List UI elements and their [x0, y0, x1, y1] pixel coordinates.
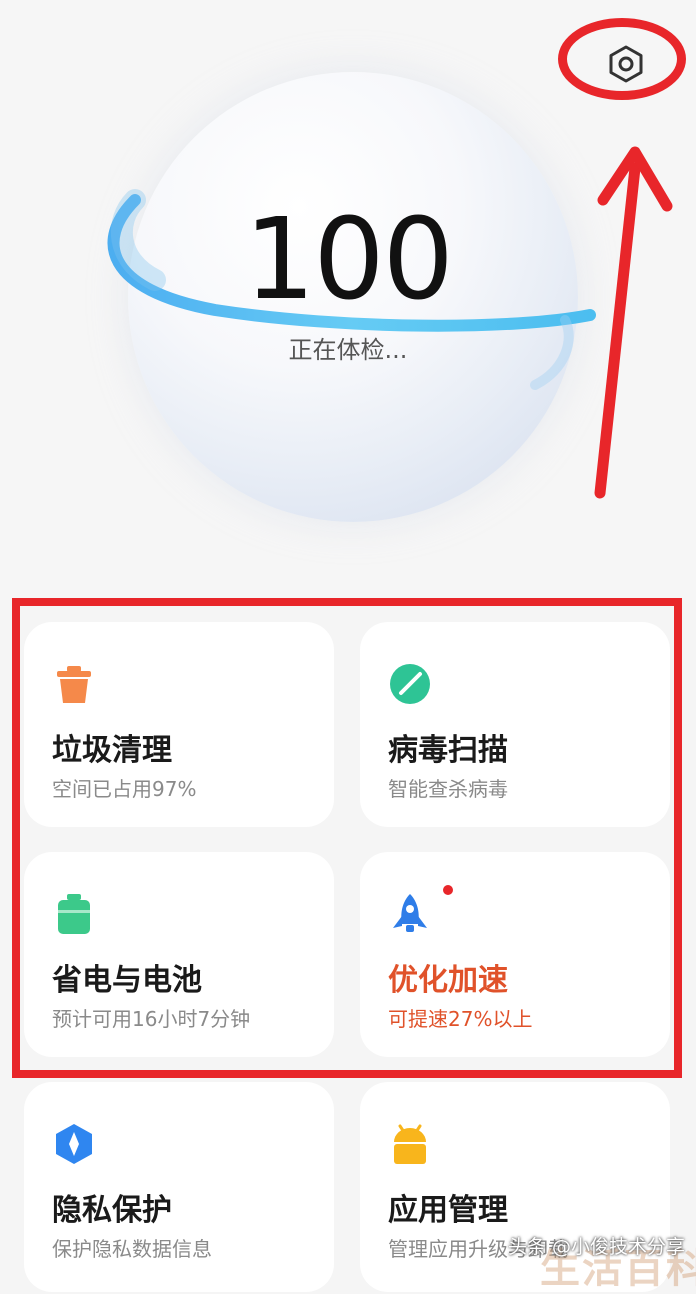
card-virus-scan[interactable]: 病毒扫描 智能查杀病毒: [360, 622, 670, 827]
card-subtitle: 预计可用16小时7分钟: [52, 1007, 251, 1031]
card-subtitle: 智能查杀病毒: [388, 777, 508, 801]
virus-scan-icon: [390, 664, 430, 704]
card-optimize-speed[interactable]: 优化加速 可提速27%以上: [360, 852, 670, 1057]
card-privacy-protection[interactable]: 隐私保护 保护隐私数据信息: [24, 1082, 334, 1292]
new-badge-dot: [443, 885, 453, 895]
battery-icon: [58, 894, 90, 934]
card-junk-cleanup[interactable]: 垃圾清理 空间已占用97%: [24, 622, 334, 827]
annotation-arrow: [594, 146, 673, 499]
card-subtitle: 空间已占用97%: [52, 777, 197, 801]
card-subtitle: 保护隐私数据信息: [52, 1237, 212, 1261]
card-title: 应用管理: [388, 1193, 508, 1228]
android-app-icon: [394, 1124, 426, 1164]
card-title: 省电与电池: [52, 963, 202, 998]
trash-icon: [57, 666, 91, 703]
annotation-circle: [558, 18, 686, 100]
watermark-text: 头条 @小俊技术分享: [508, 1236, 686, 1258]
privacy-shield-icon: [56, 1124, 92, 1164]
card-title: 垃圾清理: [52, 733, 172, 768]
card-title: 隐私保护: [52, 1193, 172, 1228]
card-title: 病毒扫描: [388, 733, 508, 768]
rocket-icon: [393, 894, 427, 932]
card-title: 优化加速: [388, 963, 508, 998]
card-battery[interactable]: 省电与电池 预计可用16小时7分钟: [24, 852, 334, 1057]
card-subtitle: 可提速27%以上: [388, 1007, 533, 1031]
